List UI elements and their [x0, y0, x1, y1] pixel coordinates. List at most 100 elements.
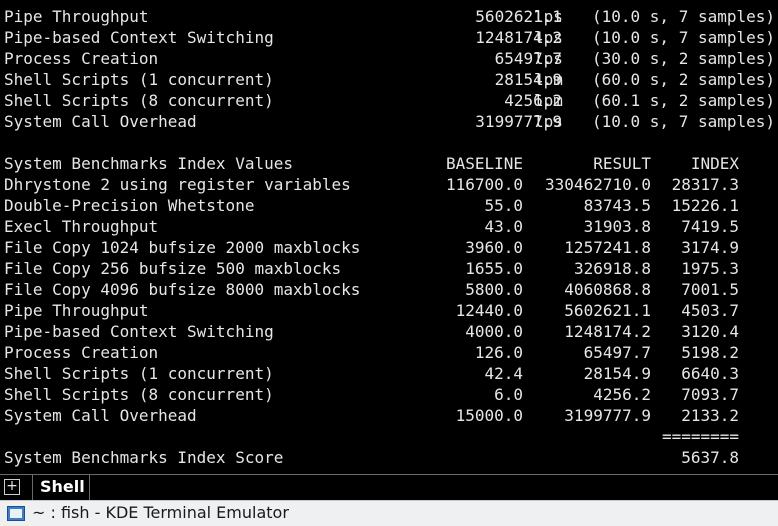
perf-row: Shell Scripts (8 concurrent) 4256.2 lpm (60… — [4, 90, 776, 111]
perf-detail: (60.1 s, 2 samples) — [592, 91, 776, 110]
index-row: Execl Throughput 43.0 31903.8 7419.5 — [4, 216, 776, 237]
perf-row: System Call Overhead 3199777.9 lps (10.0 s,… — [4, 111, 776, 132]
index-header: INDEX — [690, 154, 739, 173]
index-row: Process Creation 126.0 65497.7 5198.2 — [4, 342, 776, 363]
index-row: File Copy 256 bufsize 500 maxblocks 1655.… — [4, 258, 776, 279]
result-value: 5602621.1 — [564, 301, 651, 320]
perf-detail: (30.0 s, 2 samples) — [592, 49, 776, 68]
score-value: 5637.8 — [681, 448, 739, 467]
index-label: File Copy 1024 bufsize 2000 maxblocks — [4, 238, 361, 257]
perf-unit: lps — [534, 28, 563, 47]
result-value: 28154.9 — [583, 364, 651, 383]
index-header: System Benchmarks Index Values BASELINE RE… — [4, 153, 776, 174]
perf-unit: lpm — [534, 91, 563, 110]
perf-row: Pipe Throughput 5602621.1 lps (10.0 s, 7 sa… — [4, 6, 776, 27]
perf-label: Shell Scripts (1 concurrent) — [4, 70, 274, 89]
index-row: Dhrystone 2 using register variables 1167… — [4, 174, 776, 195]
index-value: 15226.1 — [671, 196, 739, 215]
result-value: 65497.7 — [583, 343, 651, 362]
index-value: 4503.7 — [681, 301, 739, 320]
tab-shell[interactable]: Shell — [32, 475, 90, 500]
index-row: Pipe-based Context Switching 4000.0 124817… — [4, 321, 776, 342]
perf-unit: lps — [534, 112, 563, 131]
perf-label: Pipe Throughput — [4, 7, 149, 26]
perf-row: Process Creation 65497.7 lps (30.0 s, 2 sam… — [4, 48, 776, 69]
perf-unit: lps — [534, 49, 563, 68]
baseline-value: 6.0 — [494, 385, 523, 404]
baseline-value: 15000.0 — [455, 406, 523, 425]
perf-label: System Call Overhead — [4, 112, 197, 131]
result-value: 330462710.0 — [545, 175, 651, 194]
baseline-value: 4000.0 — [465, 322, 523, 341]
perf-row: Shell Scripts (1 concurrent) 28154.9 lpm (6… — [4, 69, 776, 90]
index-label: Double-Precision Whetstone — [4, 196, 255, 215]
separator: ======== — [661, 427, 739, 446]
index-label: Shell Scripts (8 concurrent) — [4, 385, 274, 404]
index-value: 1975.3 — [681, 259, 739, 278]
score-row: System Benchmarks Index Score 5637.8 — [4, 447, 776, 468]
perf-detail: (60.0 s, 2 samples) — [592, 70, 776, 89]
index-label: Process Creation — [4, 343, 159, 362]
result-value: 1248174.2 — [564, 322, 651, 341]
result-value: 4256.2 — [593, 385, 651, 404]
index-value: 28317.3 — [671, 175, 739, 194]
index-value: 7001.5 — [681, 280, 739, 299]
perf-label: Shell Scripts (8 concurrent) — [4, 91, 274, 110]
baseline-value: 5800.0 — [465, 280, 523, 299]
index-row: Double-Precision Whetstone 55.0 83743.5 152… — [4, 195, 776, 216]
index-value: 3120.4 — [681, 322, 739, 341]
taskbar-title: ~ : fish - KDE Terminal Emulator — [32, 503, 289, 522]
new-tab-button[interactable]: + — [4, 479, 20, 495]
terminal-output[interactable]: Pipe Throughput 5602621.1 lps (10.0 s, 7 sa… — [0, 0, 778, 474]
index-row: Pipe Throughput 12440.0 5602621.1 4503.7 — [4, 300, 776, 321]
perf-label: Process Creation — [4, 49, 159, 68]
index-value: 7419.5 — [681, 217, 739, 236]
result-value: 31903.8 — [583, 217, 651, 236]
perf-detail: (10.0 s, 7 samples) — [592, 7, 776, 26]
baseline-value: 55.0 — [484, 196, 523, 215]
index-label: File Copy 256 bufsize 500 maxblocks — [4, 259, 342, 278]
index-value: 6640.3 — [681, 364, 739, 383]
baseline-value: 126.0 — [474, 343, 523, 362]
index-label: Pipe-based Context Switching — [4, 322, 274, 341]
baseline-value: 42.4 — [484, 364, 523, 383]
baseline-header: BASELINE — [445, 154, 523, 173]
index-row: File Copy 4096 bufsize 8000 maxblocks 580… — [4, 279, 776, 300]
index-row: File Copy 1024 bufsize 2000 maxblocks 396… — [4, 237, 776, 258]
index-header-label: System Benchmarks Index Values — [4, 154, 293, 173]
index-label: Shell Scripts (1 concurrent) — [4, 364, 274, 383]
perf-detail: (10.0 s, 7 samples) — [592, 112, 776, 131]
index-row: Shell Scripts (1 concurrent) 42.4 28154.9 6… — [4, 363, 776, 384]
baseline-value: 3960.0 — [465, 238, 523, 257]
separator-row: ======== — [4, 426, 776, 447]
index-value: 3174.9 — [681, 238, 739, 257]
terminal-icon — [7, 506, 25, 521]
perf-detail: (10.0 s, 7 samples) — [592, 28, 776, 47]
index-value: 7093.7 — [681, 385, 739, 404]
result-value: 83743.5 — [583, 196, 651, 215]
tab-shell-label: Shell — [40, 477, 85, 496]
baseline-value: 12440.0 — [455, 301, 523, 320]
baseline-value: 1655.0 — [465, 259, 523, 278]
tab-bar: + Shell — [0, 474, 778, 501]
result-value: 3199777.9 — [564, 406, 651, 425]
index-label: System Call Overhead — [4, 406, 197, 425]
index-value: 5198.2 — [681, 343, 739, 362]
index-label: Execl Throughput — [4, 217, 159, 236]
perf-unit: lpm — [534, 70, 563, 89]
result-value: 326918.8 — [573, 259, 651, 278]
index-label: Pipe Throughput — [4, 301, 149, 320]
result-value: 1257241.8 — [564, 238, 651, 257]
perf-label: Pipe-based Context Switching — [4, 28, 274, 47]
index-value: 2133.2 — [681, 406, 739, 425]
taskbar-entry[interactable]: ~ : fish - KDE Terminal Emulator — [0, 500, 778, 526]
index-label: File Copy 4096 bufsize 8000 maxblocks — [4, 280, 361, 299]
index-row: Shell Scripts (8 concurrent) 6.0 4256.2 709… — [4, 384, 776, 405]
index-label: Dhrystone 2 using register variables — [4, 175, 351, 194]
score-label: System Benchmarks Index Score — [4, 448, 284, 467]
result-header: RESULT — [593, 154, 651, 173]
perf-unit: lps — [534, 7, 563, 26]
result-value: 4060868.8 — [564, 280, 651, 299]
baseline-value: 116700.0 — [445, 175, 523, 194]
baseline-value: 43.0 — [484, 217, 523, 236]
